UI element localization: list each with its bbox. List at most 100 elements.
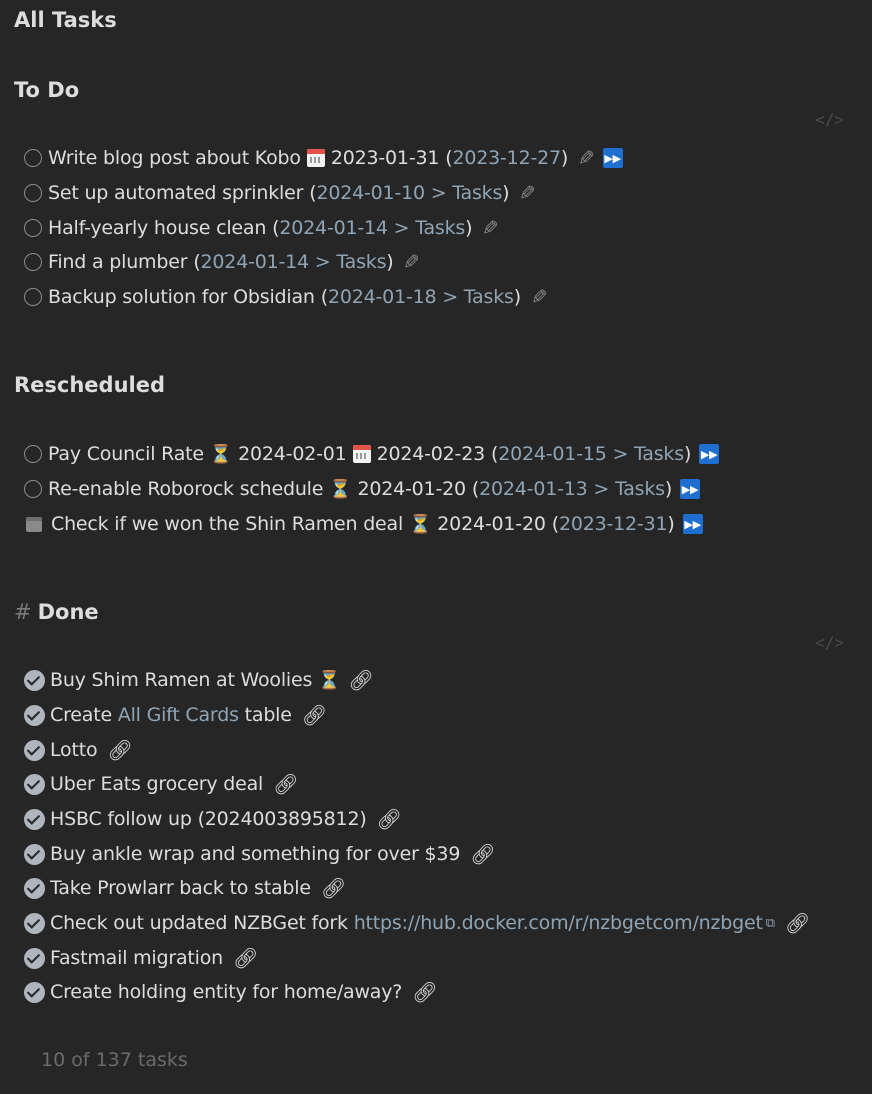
task-text: Create holding entity for home/away?	[50, 981, 403, 1003]
date-link[interactable]: 2024-01-13	[479, 478, 588, 500]
date-link[interactable]: 2024-01-14	[201, 251, 310, 273]
paren-close: )	[465, 217, 473, 239]
task-item: Buy Shim Ramen at Woolies ⏳ 🔗︎	[24, 663, 374, 697]
breadcrumb-separator: >	[387, 217, 416, 239]
scheduled-date: 2024-01-20	[437, 513, 546, 535]
page-title: All Tasks	[14, 8, 117, 32]
note-link[interactable]: Tasks	[634, 443, 684, 465]
task-checkbox[interactable]	[24, 288, 42, 306]
paren-open: (	[272, 217, 280, 239]
done-checkbox[interactable]	[24, 739, 45, 761]
code-view-icon[interactable]: </>	[815, 110, 844, 129]
paren-open: (	[490, 443, 499, 465]
task-item: Lotto 🔗︎	[24, 733, 133, 767]
task-checkbox[interactable]	[24, 184, 42, 202]
task-item: Write blog post about Kobo 2023-01-31 (2…	[24, 141, 623, 175]
paren-close: )	[683, 443, 692, 465]
hourglass-icon: ⏳	[409, 513, 432, 535]
link-icon[interactable]: 🔗︎	[321, 876, 346, 900]
date-link[interactable]: 2023-12-31	[559, 513, 668, 535]
hourglass-icon: ⏳	[329, 478, 352, 500]
link-icon[interactable]: 🔗︎	[348, 668, 373, 692]
paren-open: (	[445, 147, 453, 169]
note-link[interactable]: Tasks	[615, 478, 665, 500]
link-icon[interactable]: 🔗︎	[273, 772, 298, 796]
link-icon[interactable]: 🔗︎	[107, 738, 132, 762]
pencil-icon[interactable]: ✎	[403, 250, 420, 274]
task-item: Pay Council Rate ⏳ 2024-02-01 2024-02-23…	[24, 437, 720, 471]
code-view-icon[interactable]: </>	[815, 633, 844, 652]
note-link[interactable]: All Gift Cards	[118, 704, 239, 726]
fast-forward-icon[interactable]: ▶▶	[602, 148, 623, 168]
note-link[interactable]: Tasks	[415, 217, 465, 239]
task-text: Pay Council Rate	[48, 443, 204, 465]
task-item: Half-yearly house clean (2024-01-14 > Ta…	[24, 211, 499, 245]
note-link[interactable]: Tasks	[452, 182, 502, 204]
task-text: Fastmail migration	[50, 947, 224, 969]
scheduled-calendar-icon[interactable]	[26, 516, 42, 532]
note-link[interactable]: Tasks	[464, 286, 514, 308]
task-checkbox[interactable]	[24, 253, 42, 271]
paren-close: )	[513, 286, 521, 308]
pencil-icon[interactable]: ✎	[482, 216, 499, 240]
date-link[interactable]: 2024-01-15	[498, 443, 607, 465]
task-text: Take Prowlarr back to stable	[50, 877, 311, 899]
done-checkbox[interactable]	[24, 704, 45, 726]
done-checkbox[interactable]	[24, 773, 45, 795]
done-checkbox[interactable]	[24, 877, 45, 899]
date-link[interactable]: 2024-01-10	[316, 182, 425, 204]
task-item: Find a plumber (2024-01-14 > Tasks) ✎	[24, 245, 420, 279]
due-date: 2024-02-23	[376, 443, 486, 465]
link-icon[interactable]: 🔗︎	[412, 980, 437, 1004]
task-checkbox[interactable]	[24, 219, 42, 237]
task-item: Uber Eats grocery deal 🔗︎	[24, 767, 299, 801]
task-checkbox[interactable]	[24, 149, 42, 167]
hourglass-icon: ⏳	[318, 669, 341, 691]
task-item: Fastmail migration 🔗︎	[24, 941, 258, 975]
link-icon[interactable]: 🔗︎	[470, 842, 495, 866]
paren-close: )	[560, 147, 569, 169]
external-link-icon: ⧉	[765, 915, 775, 931]
date-link[interactable]: 2024-01-14	[279, 217, 388, 239]
date-link[interactable]: 2023-12-27	[452, 147, 561, 169]
task-item: Create All Gift Cards table 🔗︎	[24, 698, 327, 732]
fast-forward-icon[interactable]: ▶▶	[680, 479, 701, 499]
task-item: Create holding entity for home/away? 🔗︎	[24, 975, 438, 1009]
done-checkbox[interactable]	[24, 808, 45, 830]
paren-close: )	[667, 513, 675, 535]
paren-close: )	[502, 182, 510, 204]
note-link[interactable]: Tasks	[336, 251, 386, 273]
paren-open: (	[551, 513, 559, 535]
link-icon[interactable]: 🔗︎	[377, 807, 402, 831]
external-url-link[interactable]: https://hub.docker.com/r/nzbgetcom/nzbge…	[354, 912, 763, 934]
task-checkbox[interactable]	[24, 480, 42, 498]
link-icon[interactable]: 🔗︎	[302, 703, 327, 727]
done-checkbox[interactable]	[24, 669, 45, 691]
paren-open: (	[193, 251, 201, 273]
hourglass-icon: ⏳	[209, 443, 233, 465]
calendar-icon	[306, 149, 325, 167]
task-item: HSBC follow up (2024003895812) 🔗︎	[24, 802, 402, 836]
done-checkbox[interactable]	[24, 912, 45, 934]
link-icon[interactable]: 🔗︎	[785, 911, 810, 935]
fast-forward-icon[interactable]: ▶▶	[699, 444, 720, 464]
link-icon[interactable]: 🔗︎	[233, 946, 258, 970]
done-checkbox[interactable]	[24, 981, 45, 1003]
fast-forward-icon[interactable]: ▶▶	[682, 514, 703, 534]
task-item: Re-enable Roborock schedule ⏳ 2024-01-20…	[24, 472, 701, 506]
task-text: Uber Eats grocery deal	[50, 773, 264, 795]
date-link[interactable]: 2024-01-18	[328, 286, 437, 308]
paren-open: (	[320, 286, 328, 308]
calendar-icon	[352, 445, 371, 463]
pencil-icon[interactable]: ✎	[578, 146, 595, 170]
pencil-icon[interactable]: ✎	[531, 285, 548, 309]
section-heading-todo: To Do	[14, 78, 80, 102]
done-checkbox[interactable]	[24, 843, 45, 865]
breadcrumb-separator: >	[308, 251, 337, 273]
pencil-icon[interactable]: ✎	[519, 181, 536, 205]
done-checkbox[interactable]	[24, 947, 45, 969]
task-item: Take Prowlarr back to stable 🔗︎	[24, 871, 346, 905]
heading-hash: #	[14, 600, 32, 624]
task-checkbox[interactable]	[24, 445, 42, 463]
task-text: Backup solution for Obsidian	[48, 286, 315, 308]
